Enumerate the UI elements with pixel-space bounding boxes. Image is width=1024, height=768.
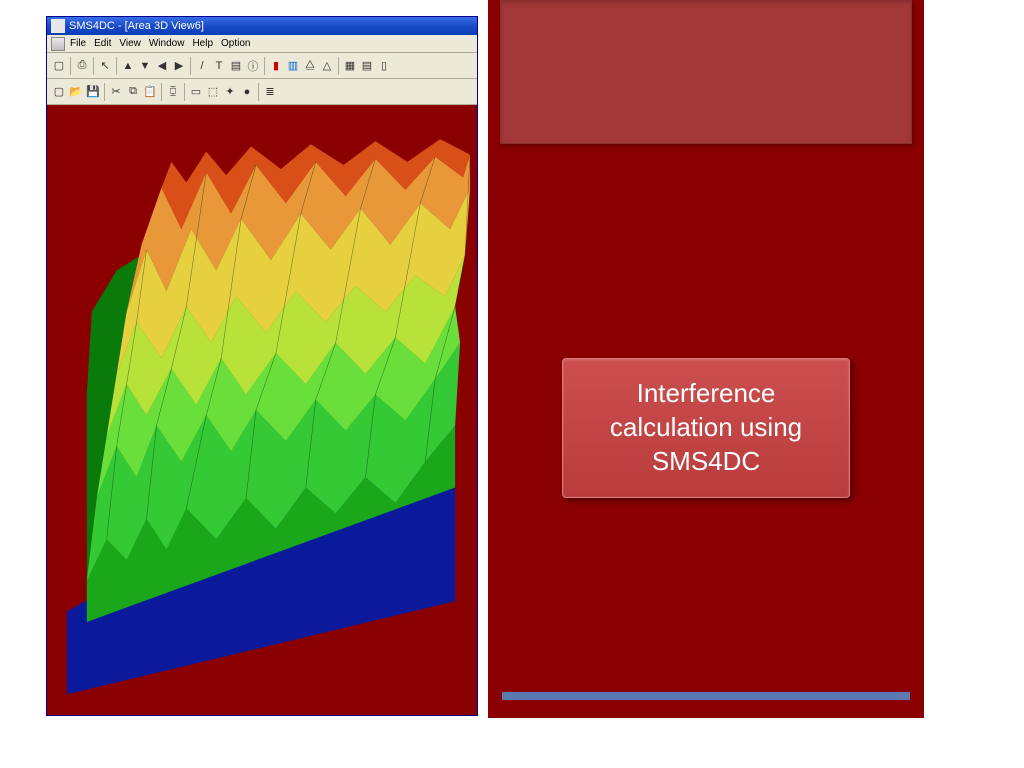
separator — [161, 83, 162, 101]
print-icon[interactable]: ⎙ — [74, 56, 90, 76]
copy-icon[interactable]: ⧉ — [125, 82, 141, 102]
wand-icon[interactable]: ✦ — [222, 82, 238, 102]
separator — [258, 83, 259, 101]
antenna-icon[interactable]: △ — [319, 56, 335, 76]
3d-viewport[interactable] — [47, 105, 477, 715]
nav-left-icon[interactable]: ◀ — [154, 56, 170, 76]
grid-icon[interactable]: ▦ — [342, 56, 358, 76]
nav-up-icon[interactable]: ▲ — [120, 56, 136, 76]
slide-title-box: Interference calculation using SMS4DC — [562, 358, 850, 498]
screenshot-panel: SMS4DC - [Area 3D View6] File Edit View … — [46, 16, 478, 716]
separator — [70, 57, 71, 75]
new-icon[interactable]: ▢ — [51, 56, 67, 76]
save-icon[interactable]: 💾 — [85, 82, 101, 102]
separator — [116, 57, 117, 75]
menu-help[interactable]: Help — [189, 38, 216, 49]
tower-icon[interactable]: ⧋ — [302, 56, 318, 76]
info-icon[interactable]: ⓘ — [245, 56, 261, 76]
text-icon[interactable]: T — [211, 56, 227, 76]
layers-icon[interactable]: ≣ — [262, 82, 278, 102]
terrain-3d-render — [47, 105, 477, 715]
nav-down-icon[interactable]: ▼ — [137, 56, 153, 76]
chart-icon[interactable]: ▥ — [285, 56, 301, 76]
toggle-icon[interactable]: ⧮ — [165, 82, 181, 102]
separator — [104, 83, 105, 101]
window-titlebar: SMS4DC - [Area 3D View6] — [47, 17, 477, 35]
window-title: SMS4DC - [Area 3D View6] — [69, 20, 204, 32]
separator — [184, 83, 185, 101]
panel-icon[interactable]: ▯ — [376, 56, 392, 76]
separator — [93, 57, 94, 75]
slide-panel: Interference calculation using SMS4DC — [488, 0, 924, 718]
select-icon[interactable]: ⬚ — [205, 82, 221, 102]
rect-icon[interactable]: ▭ — [188, 82, 204, 102]
toolbar-1: ▢ ⎙ ↖ ▲ ▼ ◀ ▶ / T ▤ ⓘ ▮ ▥ ⧋ △ ▦ ▤ ▯ — [47, 53, 477, 79]
open-icon[interactable]: 📂 — [68, 82, 84, 102]
separator — [190, 57, 191, 75]
marker-icon[interactable]: ▮ — [268, 56, 284, 76]
slide-title: Interference calculation using SMS4DC — [581, 377, 831, 478]
sms4dc-window: SMS4DC - [Area 3D View6] File Edit View … — [46, 16, 478, 716]
slide-accent-bar — [502, 692, 910, 700]
page-icon[interactable]: ▤ — [228, 56, 244, 76]
menubar: File Edit View Window Help Option — [47, 35, 477, 53]
menu-window[interactable]: Window — [146, 38, 188, 49]
circle-icon[interactable]: ● — [239, 82, 255, 102]
separator — [338, 57, 339, 75]
cut-icon[interactable]: ✂ — [108, 82, 124, 102]
nav-right-icon[interactable]: ▶ — [171, 56, 187, 76]
menu-edit[interactable]: Edit — [91, 38, 114, 49]
table-icon[interactable]: ▤ — [359, 56, 375, 76]
toolbar-2: ▢ 📂 💾 ✂ ⧉ 📋 ⧮ ▭ ⬚ ✦ ● ≣ — [47, 79, 477, 105]
system-menu-icon[interactable] — [51, 37, 65, 51]
menu-option[interactable]: Option — [218, 38, 253, 49]
menu-file[interactable]: File — [67, 38, 89, 49]
menu-view[interactable]: View — [116, 38, 144, 49]
slide-placeholder-box — [500, 0, 912, 144]
paste-icon[interactable]: 📋 — [142, 82, 158, 102]
app-icon — [51, 19, 65, 33]
pointer-icon[interactable]: ↖ — [97, 56, 113, 76]
line-icon[interactable]: / — [194, 56, 210, 76]
separator — [264, 57, 265, 75]
new-doc-icon[interactable]: ▢ — [51, 82, 67, 102]
